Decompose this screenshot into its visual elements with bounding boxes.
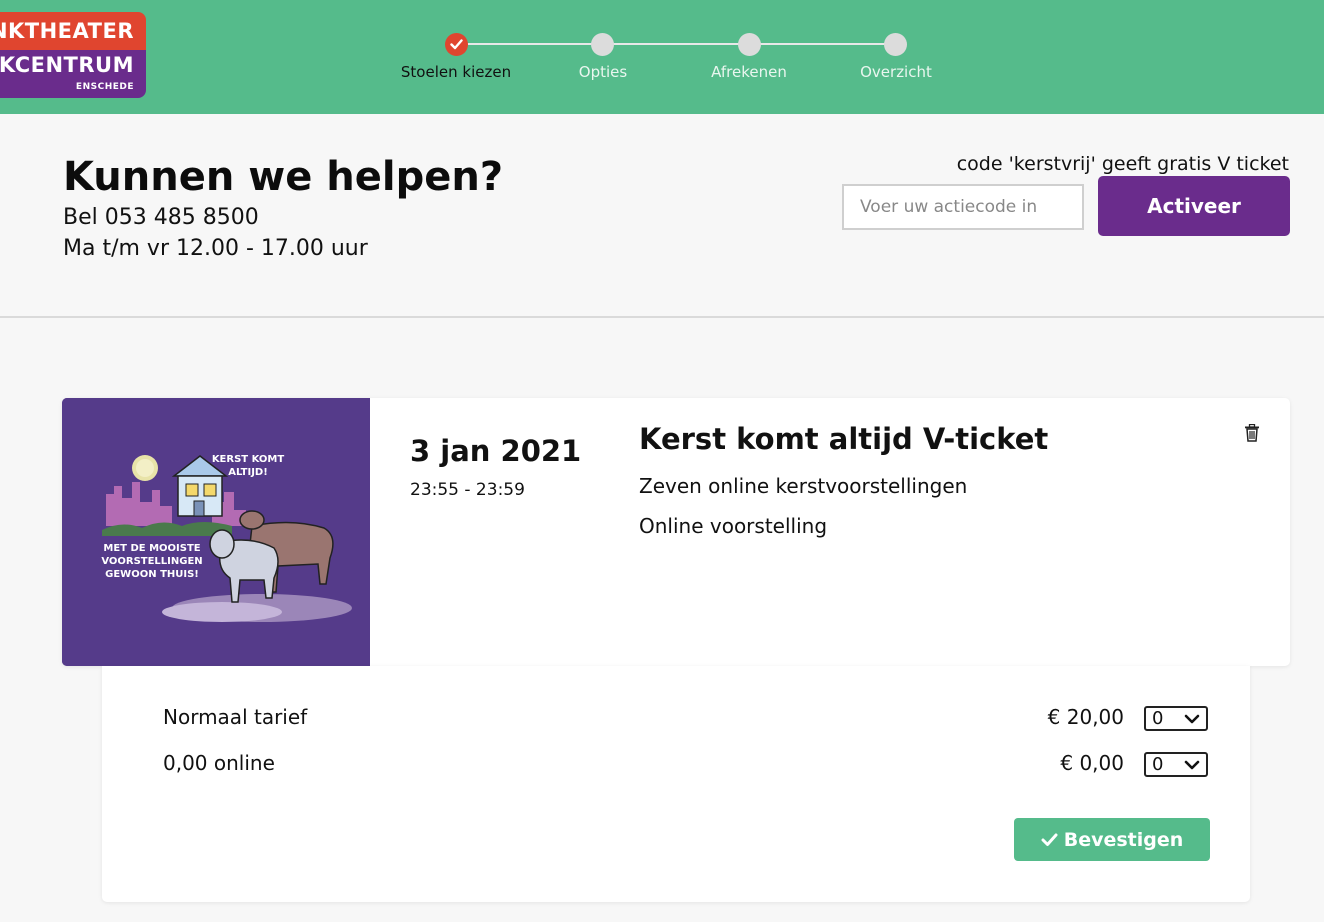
- checkout-steps: Stoelen kiezen Opties Afrekenen Overzich…: [0, 0, 1324, 114]
- event-illustration: KERST KOMT ALTIJD! MET DE MOOISTE VOORST…: [62, 398, 370, 666]
- event-title: Kerst komt altijd V-ticket: [639, 422, 1049, 456]
- tariff-row: 0,00 online € 0,00 0: [102, 751, 1250, 781]
- help-title: Kunnen we helpen?: [63, 154, 504, 200]
- step-label-opties: Opties: [578, 63, 628, 81]
- confirm-button[interactable]: Bevestigen: [1014, 818, 1210, 861]
- steps-connector-line: [456, 43, 896, 45]
- event-type: Online voorstelling: [639, 514, 828, 538]
- bubble-text-1: KERST KOMT: [212, 454, 285, 465]
- quantity-select[interactable]: 0: [1144, 706, 1208, 731]
- step-label-overzicht: Overzicht: [860, 63, 932, 81]
- step-dot-overzicht: [884, 33, 907, 56]
- step-dot-stoelen-kiezen: [445, 33, 468, 56]
- help-hours: Ma t/m vr 12.00 - 17.00 uur: [63, 236, 368, 261]
- help-phone: Bel 053 485 8500: [63, 205, 259, 230]
- quantity-select[interactable]: 0: [1144, 752, 1208, 777]
- step-dot-afrekenen: [738, 33, 761, 56]
- quantity-value: 0: [1152, 708, 1164, 729]
- section-divider: [0, 316, 1324, 318]
- svg-text:GEWOON THUIS!: GEWOON THUIS!: [105, 569, 199, 580]
- event-date: 3 jan 2021: [410, 434, 582, 468]
- event-card: KERST KOMT ALTIJD! MET DE MOOISTE VOORST…: [62, 398, 1290, 666]
- tariff-label: Normaal tarief: [163, 705, 308, 729]
- step-label-afrekenen: Afrekenen: [711, 63, 787, 81]
- event-image: KERST KOMT ALTIJD! MET DE MOOISTE VOORST…: [62, 398, 370, 666]
- activate-button[interactable]: Activeer: [1098, 176, 1290, 236]
- confirm-label: Bevestigen: [1063, 828, 1184, 851]
- chevron-down-icon: [1184, 760, 1200, 770]
- bubble-text-2: MET DE MOOISTE: [103, 543, 200, 554]
- tariff-price: € 20,00: [1047, 705, 1124, 729]
- tariff-price: € 0,00: [1060, 751, 1124, 775]
- svg-text:VOORSTELLINGEN: VOORSTELLINGEN: [101, 556, 202, 567]
- tariff-label: 0,00 online: [163, 751, 275, 775]
- quantity-value: 0: [1152, 754, 1164, 775]
- svg-text:ALTIJD!: ALTIJD!: [228, 467, 268, 478]
- tariff-row: Normaal tarief € 20,00 0: [102, 705, 1250, 735]
- header-bar: NKTHEATER KCENTRUM ENSCHEDE Stoelen kiez…: [0, 0, 1324, 114]
- tariff-panel: Normaal tarief € 20,00 0 0,00 online € 0…: [102, 666, 1250, 902]
- event-subtitle: Zeven online kerstvoorstellingen: [639, 474, 968, 498]
- check-icon: [450, 39, 463, 50]
- step-label-stoelen-kiezen: Stoelen kiezen: [400, 63, 512, 81]
- promo-code-input[interactable]: [842, 184, 1084, 230]
- event-time: 23:55 - 23:59: [410, 480, 525, 500]
- promo-hint: code 'kerstvrij' geeft gratis V ticket: [956, 153, 1289, 175]
- trash-icon[interactable]: [1244, 424, 1260, 442]
- check-icon: [1041, 833, 1058, 846]
- chevron-down-icon: [1184, 714, 1200, 724]
- step-dot-opties: [591, 33, 614, 56]
